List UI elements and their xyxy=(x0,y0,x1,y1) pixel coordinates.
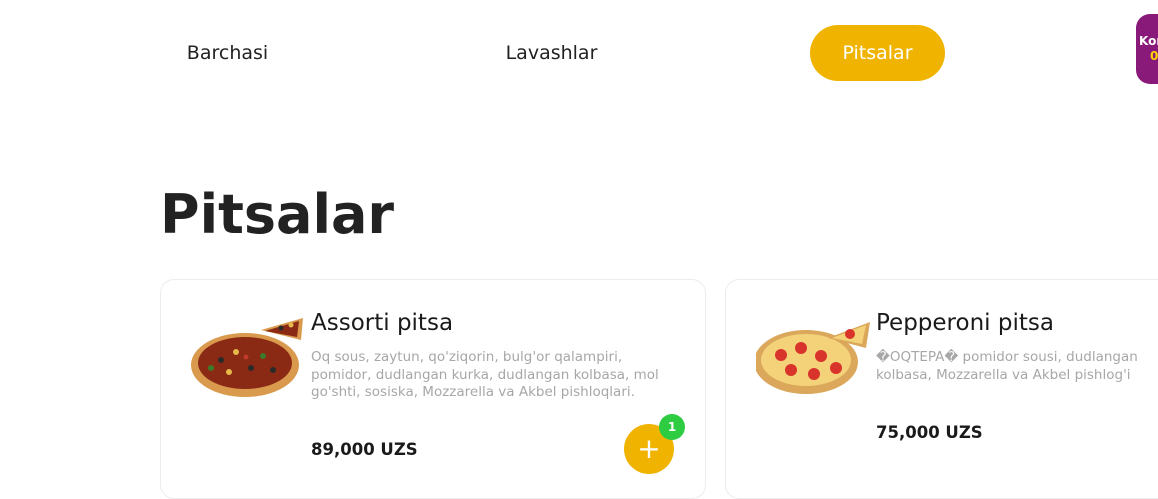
tab-barchasi-label: Barchasi xyxy=(186,42,269,64)
tab-lavashlar-label: Lavashlar xyxy=(505,42,598,64)
product-card-pepperoni: Pepperoni pitsa �OQTEPA� pomidor sousi, … xyxy=(725,279,1158,499)
quantity-badge: 1 xyxy=(659,414,685,440)
section-title: Pitsalar xyxy=(160,183,395,246)
product-price: 89,000 UZS xyxy=(311,440,418,459)
tab-pitsalar-label: Pitsalar xyxy=(842,42,913,64)
tab-pitsalar[interactable]: Pitsalar xyxy=(810,25,945,81)
cart-label: Kor xyxy=(1139,34,1158,48)
product-description: �OQTEPA� pomidor sousi, dudlangan kolbas… xyxy=(876,349,1138,383)
pizza-image xyxy=(756,322,870,394)
cart-count: 0 xyxy=(1150,49,1158,63)
tab-lavashlar[interactable]: Lavashlar xyxy=(484,25,619,81)
tab-barchasi[interactable]: Barchasi xyxy=(160,25,295,81)
product-description: Oq sous, zaytun, qo'ziqorin, bulg'or qal… xyxy=(311,349,659,400)
product-card-assorti: Assorti pitsa Oq sous, zaytun, qo'ziqori… xyxy=(160,279,706,499)
product-title: Pepperoni pitsa xyxy=(876,310,1054,336)
product-title: Assorti pitsa xyxy=(311,310,454,336)
product-price: 75,000 UZS xyxy=(876,423,983,442)
pizza-image xyxy=(191,318,303,397)
cart-button[interactable]: Kor 0 xyxy=(1136,14,1158,84)
